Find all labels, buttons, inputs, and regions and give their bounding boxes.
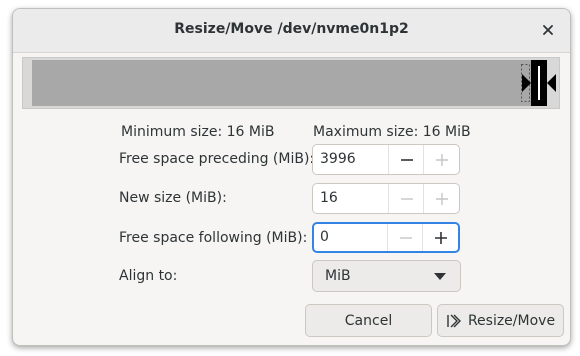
new-size-spinbutton[interactable]: 16 <box>312 183 460 214</box>
close-icon <box>543 25 553 35</box>
new-size-label: New size (MiB): <box>119 190 227 206</box>
following-decrement-button[interactable] <box>387 224 423 251</box>
align-to-label: Align to: <box>119 268 178 284</box>
resize-move-icon <box>446 313 462 329</box>
free-space-following-label: Free space following (MiB): <box>119 230 308 246</box>
chevron-down-icon <box>434 273 446 280</box>
new-size-decrement-button[interactable] <box>388 184 424 213</box>
free-space-following-value[interactable]: 0 <box>320 229 329 245</box>
minus-icon <box>400 158 413 161</box>
plus-icon <box>434 231 447 244</box>
preceding-decrement-button[interactable] <box>388 145 424 174</box>
minus-icon <box>399 236 412 239</box>
close-button[interactable] <box>538 20 558 40</box>
partition-visualizer[interactable] <box>22 57 560 109</box>
free-space-bar <box>32 60 532 106</box>
plus-icon <box>435 153 448 166</box>
minimum-size-label: Minimum size: 16 MiB <box>121 124 275 140</box>
partition-resize-handle[interactable] <box>521 60 557 106</box>
maximum-size-label: Maximum size: 16 MiB <box>313 124 471 140</box>
align-to-dropdown[interactable]: MiB <box>312 260 461 292</box>
new-size-value[interactable]: 16 <box>320 190 338 206</box>
following-increment-button[interactable] <box>422 224 458 251</box>
cancel-button-label: Cancel <box>344 312 393 329</box>
align-to-value: MiB <box>325 268 351 284</box>
resize-move-button-label: Resize/Move <box>467 312 556 329</box>
minus-icon <box>400 197 413 200</box>
new-size-increment-button[interactable] <box>423 184 459 213</box>
preceding-increment-button[interactable] <box>423 145 459 174</box>
title-bar: Resize/Move /dev/nvme0n1p2 <box>13 9 570 53</box>
dialog-title: Resize/Move /dev/nvme0n1p2 <box>174 21 409 37</box>
plus-icon <box>435 192 448 205</box>
free-space-preceding-value[interactable]: 3996 <box>320 151 356 167</box>
resize-move-dialog: Resize/Move /dev/nvme0n1p2 Minimum size:… <box>12 8 571 346</box>
cancel-button[interactable]: Cancel <box>305 304 432 337</box>
resize-move-button[interactable]: Resize/Move <box>437 304 564 337</box>
free-space-preceding-spinbutton[interactable]: 3996 <box>312 144 460 175</box>
free-space-preceding-label: Free space preceding (MiB): <box>119 151 315 167</box>
free-space-following-spinbutton[interactable]: 0 <box>312 222 460 253</box>
